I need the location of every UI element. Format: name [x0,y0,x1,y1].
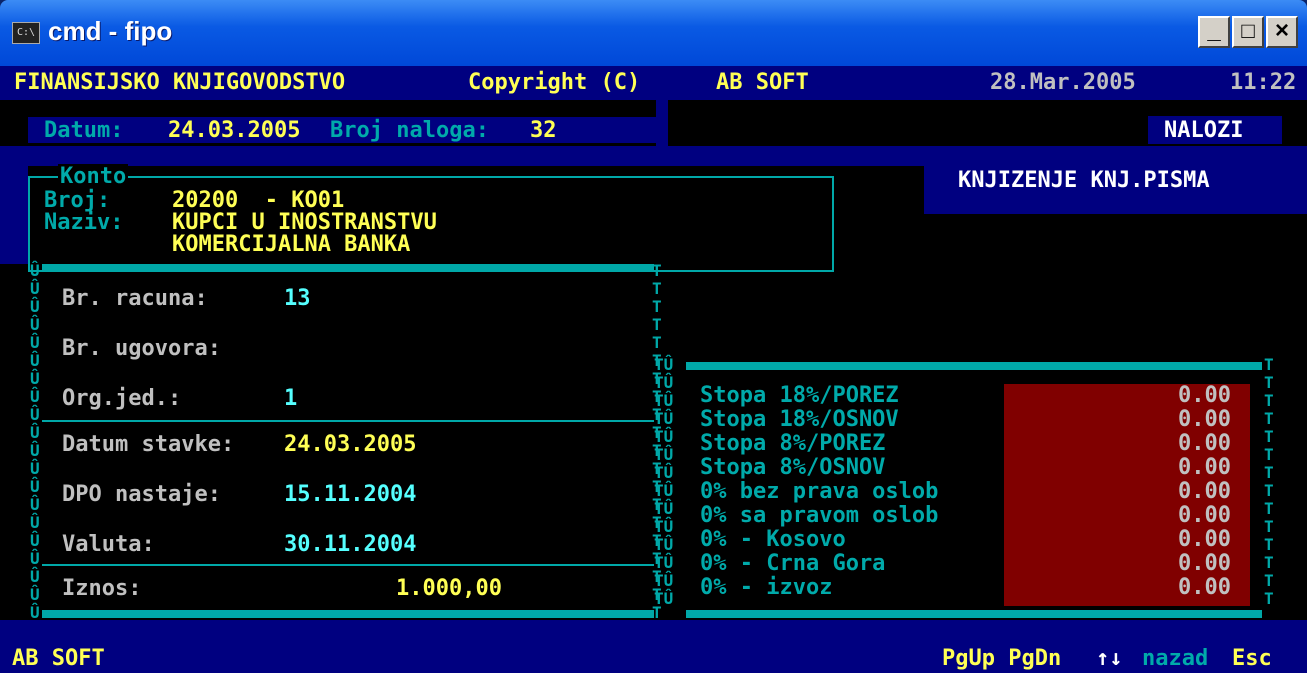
broj-naloga-label: Broj naloga: [330,118,489,143]
form-bottom-border [42,610,654,618]
status-company: AB SOFT [12,646,105,671]
tax-row-value[interactable]: 0.00 [1178,576,1231,600]
company-name: AB SOFT [716,70,809,95]
cmd-icon: C:\ [12,22,40,44]
tax-row: 0% - izvoz 0.00 [700,576,1256,600]
tax-row-label: 0% - Crna Gora [700,551,886,576]
close-button[interactable]: × [1266,16,1298,48]
tax-row-value[interactable]: 0.00 [1178,432,1231,456]
dpo-field[interactable]: 15.11.2004 [284,482,416,508]
konto-title: Konto [58,164,129,190]
minimize-button[interactable]: _ [1198,16,1230,48]
status-nazad: nazad [1142,646,1209,671]
tax-row-label: Stopa 8%/POREZ [700,431,886,456]
form-top-border [42,264,654,272]
maximize-button[interactable]: □ [1232,16,1264,48]
tax-top-border [686,362,1262,370]
broj-naloga-value: 32 [530,118,557,143]
tax-row: Stopa 8%/OSNOV 0.00 [700,456,1256,480]
tax-row-label: Stopa 8%/OSNOV [700,455,886,480]
tax-row-value[interactable]: 0.00 [1178,504,1231,528]
header-date: 28.Mar.2005 [990,70,1136,95]
iznos-label: Iznos: [62,576,142,601]
tax-row: 0% sa pravom oslob 0.00 [700,504,1256,528]
tax-row-value[interactable]: 0.00 [1178,408,1231,432]
arrow-keys-icon: ↑↓ [1096,646,1123,671]
datum-stavke-field[interactable]: 24.03.2005 [284,432,416,458]
konto-broj-value: 20200 - KO01 [172,188,345,213]
title-bar[interactable]: C:\ cmd - fipo _ □ × [0,0,1307,66]
orgjed-label: Org.jed.: [62,386,182,411]
racun-label: Br. racuna: [62,286,208,311]
tax-row-value[interactable]: 0.00 [1178,552,1231,576]
status-esc: Esc [1232,646,1272,671]
copyright-text: Copyright (C) [468,70,641,95]
form-divider-2 [42,564,654,566]
tax-left-border: TÛ TÛ TÛ TÛ TÛ TÛ TÛ TÛ TÛ TÛ TÛ TÛ TÛ T… [654,355,674,608]
valuta-label: Valuta: [62,532,155,557]
console-area: FINANSIJSKO KNJIGOVODSTVO Copyright (C) … [0,66,1307,673]
konto-naziv-label: Naziv: [44,210,124,235]
tax-row: Stopa 18%/OSNOV 0.00 [700,408,1256,432]
tax-row: 0% bez prava oslob 0.00 [700,480,1256,504]
konto-broj-label: Broj: [44,188,111,213]
datum-value: 24.03.2005 [168,118,301,143]
tax-row-label: 0% - izvoz [700,575,833,600]
konto-left-pad [0,166,28,264]
tax-right-border: T T T T T T T T T T T T T T [1264,355,1274,608]
dpo-label: DPO nastaje: [62,482,221,507]
tax-bottom-border [686,610,1262,618]
module-name: NALOZI [1164,118,1244,143]
tax-row-label: 0% bez prava oslob [700,479,939,504]
valuta-field[interactable]: 30.11.2004 [284,532,416,558]
datum-label: Datum: [44,118,124,143]
tax-row-label: 0% - Kosovo [700,527,846,552]
tax-row-value[interactable]: 0.00 [1178,456,1231,480]
window-title: cmd - fipo [48,16,173,46]
tax-row: 0% - Crna Gora 0.00 [700,552,1256,576]
tax-row-label: 0% sa pravom oslob [700,503,939,528]
tax-row: 0% - Kosovo 0.00 [700,528,1256,552]
iznos-field[interactable]: 1.000,00 [396,576,502,602]
konto-naziv-line2: KOMERCIJALNA BANKA [172,232,411,257]
tax-row: Stopa 8%/POREZ 0.00 [700,432,1256,456]
form-divider-1 [42,420,654,422]
tax-row-value[interactable]: 0.00 [1178,480,1231,504]
app-name: FINANSIJSKO KNJIGOVODSTVO [14,70,346,95]
status-pgup-pgdn: PgUp PgDn [942,646,1062,671]
orgjed-field[interactable]: 1 [284,386,297,412]
racun-field[interactable]: 13 [284,286,311,312]
form-left-border: Û Û Û Û Û Û Û Û Û Û Û Û Û Û Û Û Û Û Û Û [30,261,40,622]
tax-row: Stopa 18%/POREZ 0.00 [700,384,1256,408]
ugovor-label: Br. ugovora: [62,336,221,361]
datum-stavke-label: Datum stavke: [62,432,235,457]
tax-row-value[interactable]: 0.00 [1178,384,1231,408]
bottom-strip [0,620,1307,642]
tax-row-label: Stopa 18%/POREZ [700,383,899,408]
konto-naziv-line1: KUPCI U INOSTRANSTVU [172,210,437,235]
tax-row-label: Stopa 18%/OSNOV [700,407,899,432]
console-window: C:\ cmd - fipo _ □ × FINANSIJSKO KNJIGOV… [0,0,1307,673]
operation-title: KNJIZENJE KNJ.PISMA [958,168,1210,193]
tax-row-value[interactable]: 0.00 [1178,528,1231,552]
header-time: 11:22 [1230,70,1297,95]
